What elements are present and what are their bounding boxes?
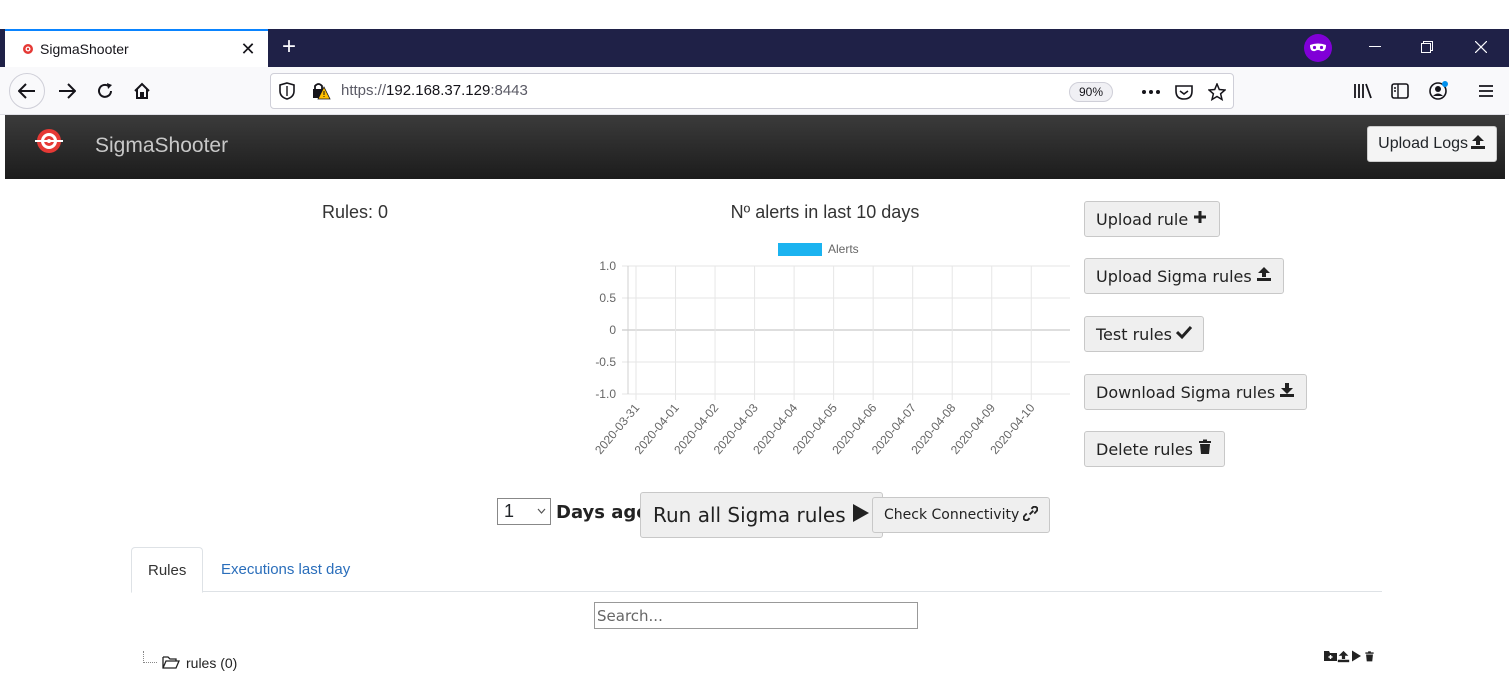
sidebar-toggle-icon[interactable]	[1385, 77, 1415, 105]
url-text[interactable]: https://192.168.37.129:8443	[341, 82, 528, 99]
tab-rules[interactable]: Rules	[131, 547, 204, 593]
test-rules-button[interactable]: Test rules	[1084, 316, 1204, 352]
address-bar[interactable]: https://192.168.37.129:8443 90%	[270, 73, 1234, 109]
link-icon	[1022, 505, 1039, 525]
url-port: :8443	[490, 82, 528, 99]
library-icon[interactable]	[1348, 77, 1378, 105]
y-tick-label: -0.5	[595, 355, 616, 369]
bookmark-star-icon[interactable]	[1204, 80, 1230, 104]
download-sigma-rules-button[interactable]: Download Sigma rules	[1084, 374, 1308, 410]
browser-tab[interactable]: SigmaShooter ✕	[5, 29, 268, 67]
y-tick-label: -1.0	[595, 387, 616, 401]
delete-rules-label: Delete rules	[1096, 439, 1193, 459]
tree-node-actions	[1324, 648, 1376, 664]
chevron-down-icon	[537, 499, 546, 534]
trash-icon	[1197, 439, 1213, 459]
forward-arrow-icon[interactable]	[49, 73, 85, 109]
play-icon[interactable]	[1350, 648, 1363, 664]
zoom-level-badge[interactable]: 90%	[1069, 82, 1113, 102]
run-all-label: Run all Sigma rules	[653, 503, 846, 527]
app-header: SigmaShooter Upload Logs	[5, 115, 1505, 179]
rules-count: Rules: 0	[322, 202, 389, 222]
url-host: 192.168.37.129	[386, 82, 491, 99]
pocket-icon[interactable]	[1171, 80, 1197, 104]
target-favicon-icon	[20, 41, 36, 57]
delete-rules-button[interactable]: Delete rules	[1084, 431, 1225, 467]
restore-window-icon[interactable]	[1404, 33, 1450, 61]
upload-rule-label: Upload rule	[1096, 209, 1189, 229]
results-tabs: Rules Executions last day	[131, 547, 1382, 593]
upload-icon[interactable]	[1337, 648, 1350, 664]
download-sigma-rules-label: Download Sigma rules	[1096, 382, 1276, 402]
y-tick-label: 0	[609, 323, 616, 337]
close-tab-icon[interactable]: ✕	[236, 37, 260, 61]
legend-swatch-alerts	[778, 243, 822, 256]
plus-icon	[1192, 209, 1208, 229]
check-connectivity-button[interactable]: Check Connectivity	[872, 497, 1051, 533]
alerts-chart: Alerts1.00.50-0.5-1.02020-03-312020-04-0…	[592, 242, 1070, 457]
upload-icon	[1256, 266, 1272, 286]
new-tab-button[interactable]: +	[276, 33, 302, 61]
folder-open-icon[interactable]	[162, 655, 180, 669]
run-all-sigma-rules-button[interactable]: Run all Sigma rules	[640, 492, 883, 538]
home-icon[interactable]	[124, 73, 160, 109]
target-logo-icon[interactable]	[35, 127, 63, 155]
reload-icon[interactable]	[87, 73, 123, 109]
y-tick-label: 0.5	[599, 291, 616, 305]
url-scheme: https://	[341, 82, 387, 99]
days-select-value: 1	[504, 501, 515, 521]
new-folder-icon[interactable]	[1324, 648, 1337, 664]
days-ago-label: Days ago	[556, 502, 649, 523]
hamburger-menu-icon[interactable]	[1471, 77, 1501, 105]
tree-node-rules[interactable]: rules (0)	[186, 655, 237, 671]
checkmark-icon	[1175, 324, 1193, 344]
tab-executions-last-day[interactable]: Executions last day	[205, 547, 366, 592]
account-icon[interactable]	[1423, 77, 1453, 105]
days-select[interactable]: 1	[497, 498, 551, 525]
chart-title: Nº alerts in last 10 days	[730, 202, 920, 222]
close-window-icon[interactable]	[1458, 33, 1504, 61]
page-actions-menu-icon[interactable]	[1138, 80, 1164, 104]
test-rules-label: Test rules	[1096, 324, 1172, 344]
upload-sigma-rules-label: Upload Sigma rules	[1096, 266, 1252, 286]
private-browsing-icon	[1304, 34, 1332, 62]
play-icon	[852, 503, 870, 528]
download-icon	[1279, 382, 1295, 402]
tracking-shield-icon[interactable]	[279, 82, 295, 105]
search-input[interactable]	[594, 602, 918, 629]
upload-logs-button[interactable]: Upload Logs	[1367, 126, 1497, 162]
trash-icon[interactable]	[1363, 648, 1376, 664]
browser-tab-title: SigmaShooter	[40, 41, 129, 57]
upload-rule-button[interactable]: Upload rule	[1084, 201, 1221, 237]
insecure-lock-icon[interactable]	[311, 82, 331, 105]
check-connectivity-label: Check Connectivity	[884, 507, 1020, 523]
y-tick-label: 1.0	[599, 259, 616, 273]
app-brand[interactable]: SigmaShooter	[95, 134, 228, 158]
tree-connector	[143, 651, 157, 663]
back-arrow-icon[interactable]	[9, 73, 45, 109]
upload-icon	[1470, 134, 1486, 155]
minimize-window-icon[interactable]	[1352, 33, 1398, 61]
browser-toolbar: https://192.168.37.129:8443 90%	[0, 67, 1509, 115]
legend-label-alerts: Alerts	[828, 242, 859, 256]
upload-logs-label: Upload Logs	[1378, 135, 1468, 152]
upload-sigma-rules-button[interactable]: Upload Sigma rules	[1084, 258, 1284, 294]
